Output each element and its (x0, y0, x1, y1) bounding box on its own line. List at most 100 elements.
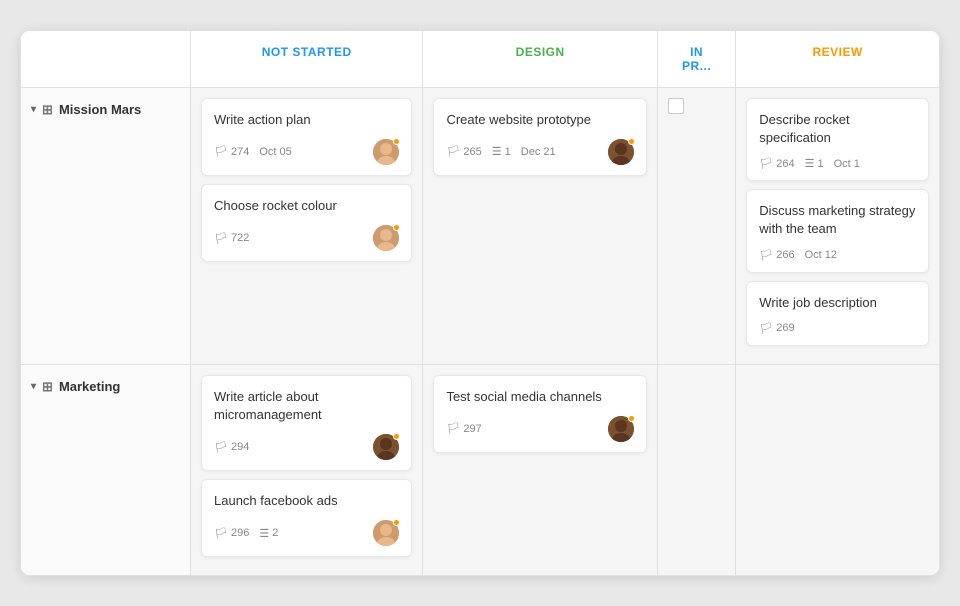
task-id-item: 🏳265 (446, 145, 481, 158)
task-id-item: 🏳269 (759, 322, 794, 335)
not-started-cell: Write action plan🏳274Oct 05Choose rocket… (191, 87, 423, 364)
card-meta-left: 🏳266 Oct 12 (759, 249, 837, 262)
header-design: DESIGN (423, 30, 657, 87)
header-review: REVIEW (736, 30, 940, 87)
review-cell: Describe rocket specification🏳264☰1Oct 1… (736, 87, 940, 364)
card-meta: 🏳294 (214, 434, 399, 460)
card-title: Write job description (759, 294, 916, 312)
task-id: 266 (776, 249, 794, 261)
date-item: Oct 12 (805, 249, 837, 261)
task-icon: 🏳 (214, 441, 228, 454)
urgency-indicator (628, 138, 635, 145)
avatar (373, 139, 399, 165)
card-meta: 🏳266 Oct 12 (759, 249, 916, 262)
task-card[interactable]: Discuss marketing strategy with the team… (746, 189, 929, 272)
task-id-item: 🏳294 (214, 441, 249, 454)
card-title: Discuss marketing strategy with the team (759, 202, 916, 238)
task-icon: 🏳 (759, 249, 773, 262)
avatar (373, 434, 399, 460)
task-icon: 🏳 (214, 527, 228, 540)
task-icon: 🏳 (446, 145, 460, 158)
card-meta: 🏳296 ☰2 (214, 520, 399, 546)
design-cell: Create website prototype🏳265☰1Dec 21 (423, 87, 657, 364)
date-item: Oct 05 (259, 146, 291, 158)
grid-icon: ⊞ (42, 379, 53, 395)
urgency-indicator (393, 433, 400, 440)
task-id: 274 (231, 146, 249, 158)
urgency-indicator (393, 224, 400, 231)
task-card[interactable]: Launch facebook ads 🏳296 ☰2 (201, 479, 412, 557)
card-meta-left: 🏳296 ☰2 (214, 527, 278, 540)
date-item: Dec 21 (521, 146, 556, 158)
task-icon: 🏳 (759, 157, 773, 170)
task-id: 296 (231, 527, 249, 539)
urgency-indicator (393, 138, 400, 145)
board-table: NOT STARTED DESIGN IN PR... REVIEW ▾⊞Mis… (20, 30, 940, 577)
task-card[interactable]: Describe rocket specification🏳264☰1Oct 1 (746, 98, 929, 181)
subtask-count: 2 (272, 527, 278, 539)
group-row: ▾⊞Mission MarsWrite action plan🏳274Oct 0… (21, 87, 940, 364)
task-id-item: 🏳274 (214, 145, 249, 158)
task-id: 264 (776, 158, 794, 170)
card-meta-left: 🏳264☰1Oct 1 (759, 157, 860, 170)
task-card[interactable]: Write action plan 🏳274 Oct 05 (201, 98, 412, 176)
task-id: 265 (463, 146, 481, 158)
card-meta: 🏳264☰1Oct 1 (759, 157, 916, 170)
task-checkbox[interactable] (668, 98, 684, 114)
task-id: 722 (231, 232, 249, 244)
task-icon: 🏳 (759, 322, 773, 335)
subtask-icon: ☰ (492, 145, 502, 158)
avatar (373, 520, 399, 546)
header-in-progress: IN PR... (657, 30, 735, 87)
avatar (608, 139, 634, 165)
header-row: NOT STARTED DESIGN IN PR... REVIEW (21, 30, 940, 87)
avatar (373, 225, 399, 251)
task-id-item: 🏳296 (214, 527, 249, 540)
review-cell (736, 364, 940, 576)
card-title: Choose rocket colour (214, 197, 399, 215)
card-meta-left: 🏳722 (214, 232, 249, 245)
in-progress-cell (657, 364, 735, 576)
card-meta: 🏳269 (759, 322, 916, 335)
card-meta-left: 🏳269 (759, 322, 794, 335)
grid-icon: ⊞ (42, 102, 53, 118)
subtask-icon: ☰ (805, 157, 815, 170)
card-title: Launch facebook ads (214, 492, 399, 510)
card-meta: 🏳265 ☰1 Dec 21 (446, 139, 633, 165)
subtask-count: 1 (505, 146, 511, 158)
task-card[interactable]: Test social media channels🏳297 (433, 375, 646, 453)
task-id-item: 🏳722 (214, 232, 249, 245)
subtask-icon: ☰ (259, 527, 269, 540)
group-row: ▾ ⊞ Marketing Write article about micromana… (21, 364, 940, 576)
task-card[interactable]: Choose rocket colour 🏳722 (201, 184, 412, 262)
task-card[interactable]: Create website prototype🏳265☰1Dec 21 (433, 98, 646, 176)
chevron-down-icon: ▾ (31, 104, 36, 115)
subtask-count: 1 (818, 158, 824, 170)
urgency-indicator (628, 415, 635, 422)
chevron-down-icon: ▾ (31, 381, 36, 392)
group-label[interactable]: ▾⊞Mission Mars (31, 102, 180, 118)
card-title: Write action plan (214, 111, 399, 129)
kanban-board: NOT STARTED DESIGN IN PR... REVIEW ▾⊞Mis… (20, 30, 940, 577)
subtask-item: ☰1 (492, 145, 511, 158)
not-started-cell: Write article about micromanagement🏳294 L… (191, 364, 423, 576)
task-id-item: 🏳297 (446, 422, 481, 435)
avatar (608, 416, 634, 442)
task-icon: 🏳 (214, 232, 228, 245)
group-cell: ▾ ⊞ Marketing (21, 364, 191, 576)
task-card[interactable]: Write job description 🏳269 (746, 281, 929, 346)
task-icon: 🏳 (214, 145, 228, 158)
group-label[interactable]: ▾ ⊞ Marketing (31, 379, 180, 395)
task-id-item: 🏳266 (759, 249, 794, 262)
urgency-indicator (393, 519, 400, 526)
card-meta: 🏳297 (446, 416, 633, 442)
task-id: 297 (463, 423, 481, 435)
task-icon: 🏳 (446, 422, 460, 435)
design-cell: Test social media channels🏳297 (423, 364, 657, 576)
card-title: Describe rocket specification (759, 111, 916, 147)
in-progress-cell (657, 87, 735, 364)
task-card[interactable]: Write article about micromanagement🏳294 (201, 375, 412, 471)
task-id: 294 (231, 441, 249, 453)
group-name: Marketing (59, 379, 120, 394)
card-meta: 🏳722 (214, 225, 399, 251)
